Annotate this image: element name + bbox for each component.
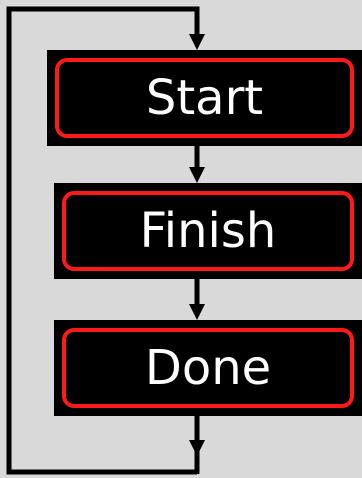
step-finish-border: Finish xyxy=(62,191,354,271)
arrowhead-into-start xyxy=(189,34,205,50)
step-start-border: Start xyxy=(55,58,354,138)
step-done-label: Done xyxy=(144,340,272,396)
step-finish-box: Finish xyxy=(54,183,362,279)
arrowhead-exit xyxy=(189,440,205,456)
step-done-box: Done xyxy=(54,320,362,416)
step-start-box: Start xyxy=(47,50,362,146)
step-start-label: Start xyxy=(145,70,264,126)
arrowhead-into-done xyxy=(189,304,205,320)
step-done-border: Done xyxy=(62,328,354,408)
step-finish-label: Finish xyxy=(139,203,277,259)
arrowhead-into-finish xyxy=(189,167,205,183)
